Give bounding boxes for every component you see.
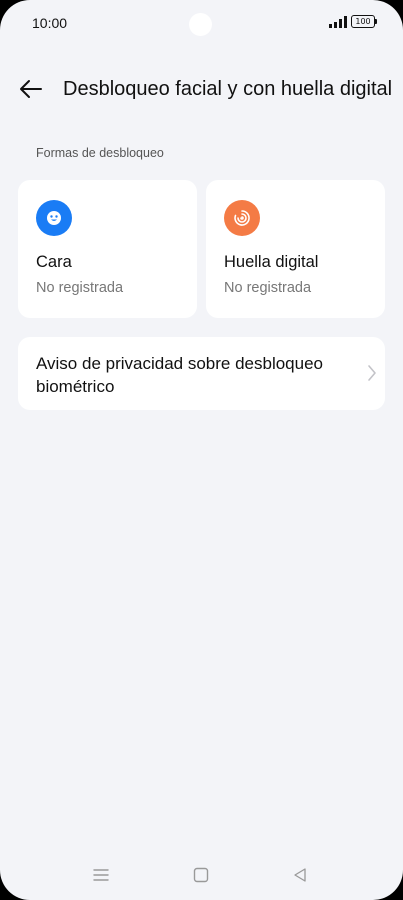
arrow-left-icon	[20, 80, 42, 98]
signal-bars-icon	[329, 16, 347, 28]
battery-level: 100	[351, 15, 375, 28]
back-triangle-icon	[294, 868, 306, 882]
status-bar: 10:00 100	[0, 0, 403, 46]
chevron-right-icon	[368, 365, 376, 381]
home-square-icon	[193, 867, 209, 883]
privacy-notice-row[interactable]: Aviso de privacidad sobre desbloqueo bio…	[18, 337, 385, 410]
status-time: 10:00	[32, 15, 68, 31]
camera-cutout	[189, 13, 212, 36]
phone-screen: 10:00 100 Desbloqueo facial y con huella…	[0, 0, 403, 900]
privacy-notice-label: Aviso de privacidad sobre desbloqueo bio…	[36, 354, 323, 396]
face-unlock-title: Cara	[36, 253, 72, 271]
page-title: Desbloqueo facial y con huella digital	[63, 78, 393, 100]
battery-tip	[375, 19, 377, 24]
face-unlock-card[interactable]: Cara No registrada	[18, 180, 197, 318]
back-button[interactable]	[14, 72, 48, 106]
menu-button[interactable]	[89, 865, 113, 885]
home-button[interactable]	[189, 865, 213, 885]
fingerprint-unlock-card[interactable]: Huella digital No registrada	[206, 180, 385, 318]
fingerprint-unlock-status: No registrada	[224, 280, 312, 296]
face-icon	[36, 200, 72, 236]
face-unlock-status: No registrada	[36, 280, 124, 296]
menu-icon	[93, 869, 109, 881]
nav-back-button[interactable]	[288, 865, 312, 885]
fingerprint-unlock-title: Huella digital	[224, 253, 319, 271]
section-label: Formas de desbloqueo	[36, 146, 164, 160]
fingerprint-icon	[224, 200, 260, 236]
navigation-bar	[0, 855, 403, 895]
battery-icon: 100	[351, 15, 377, 28]
